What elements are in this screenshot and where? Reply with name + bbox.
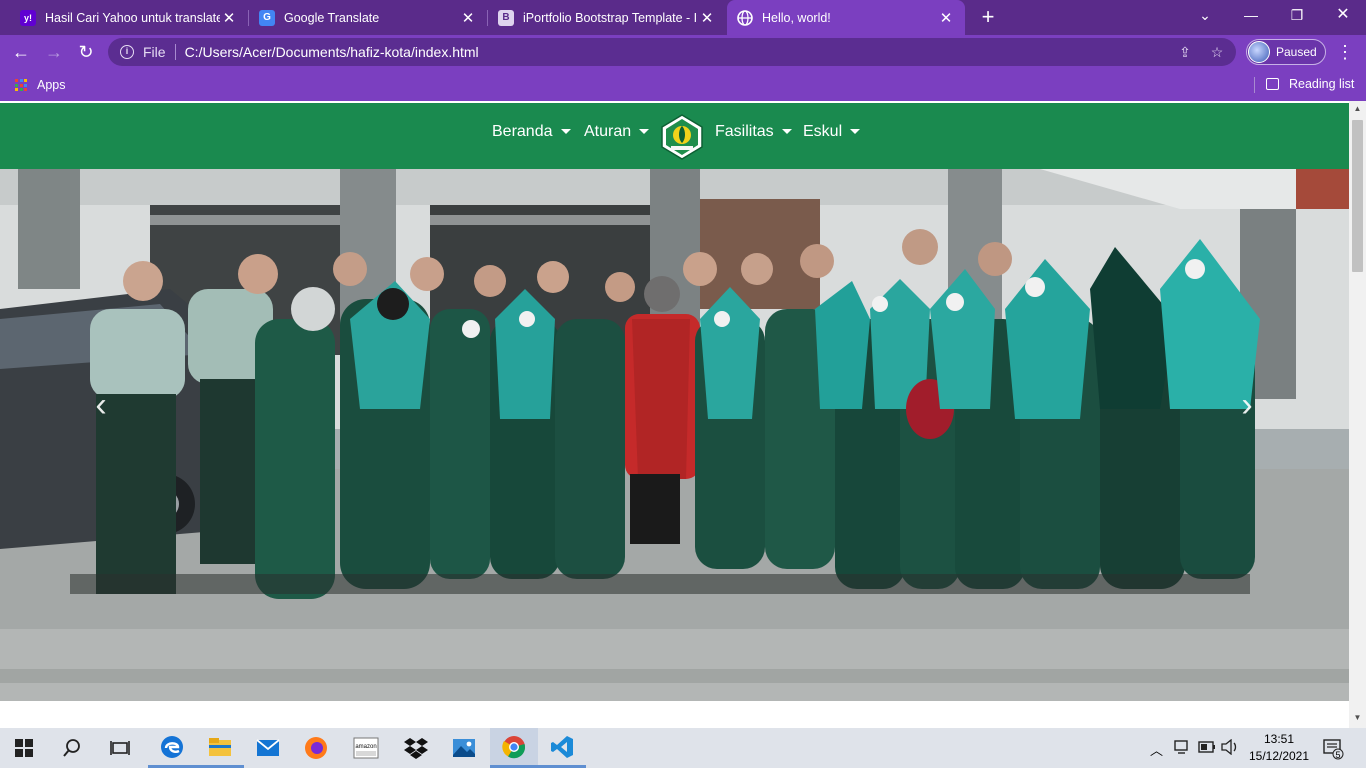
nav-dropdown-aturan[interactable]: Aturan <box>584 123 650 141</box>
apps-grid-icon <box>15 79 27 91</box>
caret-down-icon <box>560 128 571 134</box>
profile-button[interactable]: Paused <box>1246 39 1326 65</box>
browser-tab-google-translate[interactable]: G Google Translate ✕ <box>249 0 487 35</box>
nav-dropdown-eskul[interactable]: Eskul <box>803 123 861 141</box>
battery-icon[interactable] <box>1198 739 1216 758</box>
nav-label: Fasilitas <box>715 123 774 140</box>
volume-icon[interactable] <box>1221 738 1239 758</box>
site-navbar: Beranda Aturan Fasilitas Eskul <box>0 103 1349 169</box>
tab-search-icon[interactable]: ⌄ <box>1182 0 1228 32</box>
clock-date[interactable]: 15/12/2021 <box>1244 749 1314 763</box>
globe-icon <box>737 9 753 26</box>
hero-carousel: ‹ › <box>0 169 1349 701</box>
bookmarks-divider <box>1254 77 1255 93</box>
reading-list-label: Reading list <box>1289 77 1355 91</box>
search-icon[interactable] <box>48 728 96 768</box>
edge-icon[interactable] <box>148 728 196 768</box>
amazon-icon[interactable]: amazon <box>342 728 390 768</box>
hero-photo <box>0 169 1349 701</box>
tab-title: Google Translate <box>284 10 380 25</box>
caret-down-icon <box>781 128 792 134</box>
school-emblem-icon[interactable] <box>658 113 706 161</box>
dropbox-icon[interactable] <box>392 728 440 768</box>
scroll-up-icon[interactable]: ▲ <box>1349 101 1366 117</box>
nav-label: Aturan <box>584 123 632 140</box>
apps-label: Apps <box>37 78 66 92</box>
yahoo-icon: y! <box>20 9 36 26</box>
close-tab-icon[interactable]: ✕ <box>220 9 238 27</box>
svg-text:amazon: amazon <box>355 744 376 750</box>
tab-title: iPortfolio Bootstrap Template - In <box>523 10 698 25</box>
reload-button[interactable]: ↻ <box>74 40 98 64</box>
tab-title: Hello, world! <box>762 10 831 25</box>
start-icon[interactable] <box>0 728 48 768</box>
browser-tab-hello-world[interactable]: Hello, world! ✕ <box>727 0 965 35</box>
browser-tab-iportfolio[interactable]: B iPortfolio Bootstrap Template - In ✕ <box>488 0 726 35</box>
nav-dropdown-fasilitas[interactable]: Fasilitas <box>715 123 792 141</box>
close-window-button[interactable]: ✕ <box>1320 0 1366 32</box>
reading-list-button[interactable]: Reading list <box>1266 77 1354 91</box>
back-button[interactable]: ← <box>9 40 33 64</box>
caret-down-icon <box>850 128 861 134</box>
reading-list-icon <box>1266 78 1279 90</box>
carousel-prev-icon[interactable]: ‹ <box>88 387 114 423</box>
apps-shortcut[interactable]: Apps <box>15 78 66 92</box>
nav-dropdown-beranda[interactable]: Beranda <box>492 123 571 141</box>
browser-tab-yahoo[interactable]: y! Hasil Cari Yahoo untuk translate ✕ <box>10 0 248 35</box>
close-tab-icon[interactable]: ✕ <box>459 9 477 27</box>
carousel-next-icon[interactable]: › <box>1234 387 1260 423</box>
page-viewport: Beranda Aturan Fasilitas Eskul ‹ › ▲ ▼ <box>0 101 1366 728</box>
file-explorer-icon[interactable] <box>196 728 244 768</box>
bookmarks-bar: Apps Reading list <box>0 69 1366 101</box>
network-icon[interactable] <box>1174 739 1192 758</box>
url-text[interactable]: C:/Users/Acer/Documents/hafiz-kota/index… <box>185 44 479 60</box>
forward-button[interactable]: → <box>42 40 66 64</box>
restore-button[interactable]: ❐ <box>1274 0 1320 32</box>
nav-label: Beranda <box>492 123 553 140</box>
close-tab-icon[interactable]: ✕ <box>937 9 955 27</box>
clock-time[interactable]: 13:51 <box>1250 732 1308 746</box>
scroll-down-icon[interactable]: ▼ <box>1349 710 1366 726</box>
chrome-icon[interactable] <box>490 728 538 768</box>
close-tab-icon[interactable]: ✕ <box>698 9 716 27</box>
profile-status: Paused <box>1276 45 1317 59</box>
site-info-icon[interactable]: i <box>120 45 134 59</box>
caret-down-icon <box>639 128 650 134</box>
menu-icon[interactable]: ⋮ <box>1336 40 1354 64</box>
task-view-icon[interactable] <box>96 728 144 768</box>
tray-overflow-icon[interactable]: ︿ <box>1150 740 1163 759</box>
photos-icon[interactable] <box>440 728 488 768</box>
minimize-button[interactable]: — <box>1228 0 1274 32</box>
firefox-icon[interactable] <box>292 728 340 768</box>
scrollbar-thumb[interactable] <box>1352 120 1363 272</box>
scheme-label: File <box>143 44 166 60</box>
address-divider <box>174 44 176 60</box>
browser-toolbar: ← → ↻ i File C:/Users/Acer/Documents/haf… <box>0 35 1366 69</box>
bootstrap-icon: B <box>498 9 514 26</box>
tab-title: Hasil Cari Yahoo untuk translate <box>45 10 220 25</box>
tab-strip: y! Hasil Cari Yahoo untuk translate ✕ G … <box>0 0 1366 35</box>
bookmark-star-icon[interactable]: ☆ <box>1208 43 1226 61</box>
mail-icon[interactable] <box>244 728 292 768</box>
address-bar[interactable]: i File C:/Users/Acer/Documents/hafiz-kot… <box>108 38 1236 66</box>
notifications-count: 5 <box>1335 750 1341 760</box>
windows-taskbar: amazon ︿ 13:51 15/12/2021 5 <box>0 728 1366 768</box>
vscode-icon[interactable] <box>538 728 586 768</box>
new-tab-button[interactable]: + <box>976 4 1000 30</box>
avatar <box>1248 41 1270 63</box>
google-translate-icon: G <box>259 9 275 26</box>
page-scrollbar[interactable]: ▲ ▼ <box>1349 101 1366 728</box>
share-icon[interactable]: ⇪ <box>1176 43 1194 61</box>
nav-label: Eskul <box>803 123 843 140</box>
